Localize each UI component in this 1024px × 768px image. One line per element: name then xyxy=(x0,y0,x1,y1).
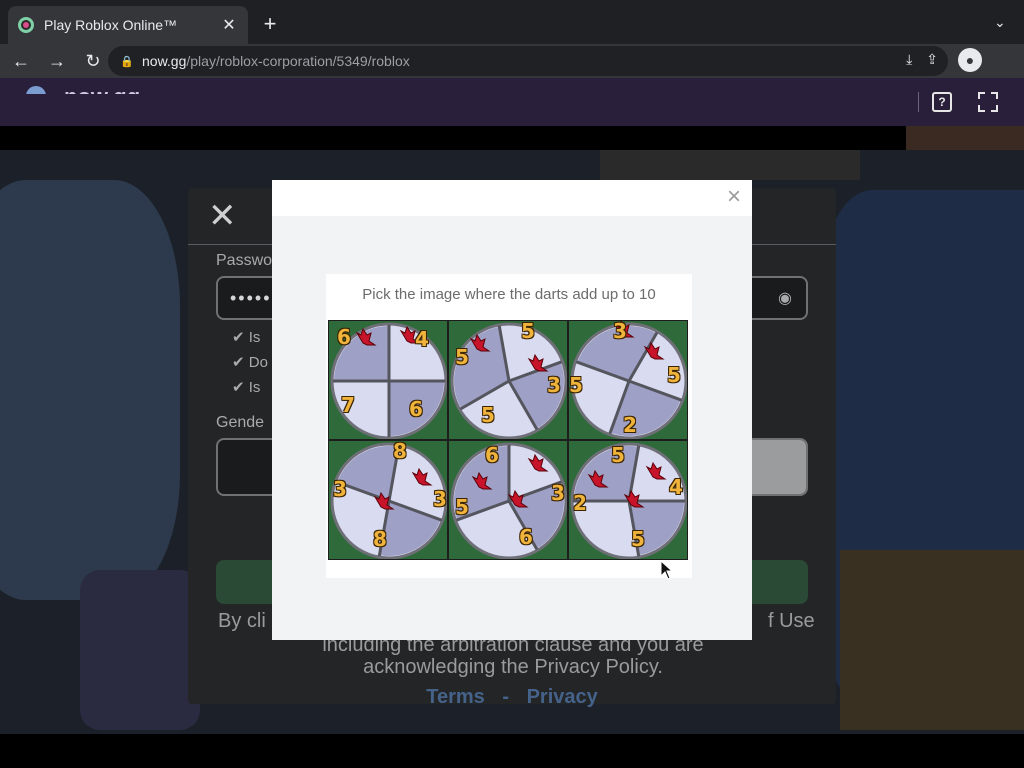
captcha-tile-1[interactable]: 6 4 7 6 xyxy=(328,320,448,440)
dart-score-label: 3 xyxy=(333,477,347,501)
signup-close-icon[interactable]: ✕ xyxy=(208,199,238,233)
password-value: ••••• xyxy=(230,288,272,308)
terms-text-right: f Use xyxy=(768,610,815,632)
reload-button[interactable]: ↻ xyxy=(78,46,108,76)
captcha-tile-6[interactable]: 5425 xyxy=(568,440,688,560)
captcha-challenge: Pick the image where the darts add up to… xyxy=(326,274,692,578)
password-rule-3: ✔ Is xyxy=(232,379,261,396)
dart-score-label: 5 xyxy=(481,403,495,427)
address-bar[interactable]: 🔒 now.gg/play/roblox-corporation/5349/ro… xyxy=(108,46,948,76)
nowgg-logo[interactable]: now.gg xyxy=(22,78,152,94)
browser-tab-bar: Play Roblox Online™ ✕ + ⌄ xyxy=(0,0,1024,44)
dart-score-label: 4 xyxy=(415,327,429,351)
gender-label: Gende xyxy=(216,414,265,431)
terms-link[interactable]: Terms xyxy=(426,686,485,708)
fullscreen-icon[interactable] xyxy=(978,92,998,112)
dart-score-label: 2 xyxy=(623,413,637,437)
dart-score-label: 5 xyxy=(569,373,583,397)
dart-score-label: 5 xyxy=(521,320,535,343)
password-rule-2-text: Do xyxy=(248,354,268,371)
browser-tab[interactable]: Play Roblox Online™ ✕ xyxy=(8,6,248,44)
dart-score-label: 3 xyxy=(547,373,561,397)
back-button[interactable]: ← xyxy=(6,46,36,76)
game-bottom-bar xyxy=(0,734,1024,768)
dart-score-label: 8 xyxy=(393,440,407,463)
game-top-accent xyxy=(906,126,1024,150)
tab-close-icon[interactable]: ✕ xyxy=(220,16,238,34)
omnibox-actions: ⤓ ⇪ xyxy=(906,51,938,68)
dart-score-label: 4 xyxy=(669,475,683,499)
dart-score-label: 6 xyxy=(485,443,499,467)
dart-score-label: 6 xyxy=(337,325,351,349)
logo-text: now.gg xyxy=(64,84,140,94)
dart-score-label: 5 xyxy=(455,345,469,369)
url-path: /play/roblox-corporation/5349/roblox xyxy=(186,53,410,69)
dart-score-label: 5 xyxy=(611,443,625,467)
share-icon[interactable]: ⇪ xyxy=(926,51,938,68)
password-rule-2: ✔ Do xyxy=(232,354,268,371)
tab-title: Play Roblox Online™ xyxy=(44,17,178,33)
dart-score-label: 3 xyxy=(433,487,447,511)
lock-icon: 🔒 xyxy=(120,56,134,68)
captcha-tile-4[interactable]: 8 3 3 8 xyxy=(328,440,448,560)
password-rule-1: ✔ Is xyxy=(232,329,261,346)
header-divider xyxy=(918,92,919,112)
site-header: now.gg ? xyxy=(0,78,1024,126)
dart-score-label: 7 xyxy=(341,393,355,417)
captcha-tile-2[interactable]: 5 5 3 5 xyxy=(448,320,568,440)
terms-links: Terms - Privacy xyxy=(188,686,836,709)
nowgg-favicon-icon xyxy=(18,17,34,33)
password-rule-3-text: Is xyxy=(248,379,261,396)
tab-search-icon[interactable]: ⌄ xyxy=(994,14,1010,30)
dart-score-label: 3 xyxy=(551,481,565,505)
terms-text-line3: acknowledging the Privacy Policy. xyxy=(363,656,663,678)
new-tab-button[interactable]: + xyxy=(258,11,282,36)
logo-circle-icon xyxy=(26,86,46,94)
dart-score-label: 5 xyxy=(455,495,469,519)
profile-avatar-icon[interactable]: ● xyxy=(958,48,982,72)
dart-score-label: 6 xyxy=(409,397,423,421)
gender-option-female[interactable] xyxy=(746,440,806,494)
install-app-icon[interactable]: ⤓ xyxy=(906,51,912,68)
browser-toolbar: ← → ↻ 🔒 now.gg/play/roblox-corporation/5… xyxy=(0,44,1024,78)
dart-score-label: 8 xyxy=(373,527,387,551)
captcha-modal: × Pick the image where the darts add up … xyxy=(272,180,752,640)
captcha-modal-header xyxy=(272,180,752,216)
captcha-tile-5[interactable]: 6356 xyxy=(448,440,568,560)
terms-link-separator: - xyxy=(502,686,510,708)
privacy-link[interactable]: Privacy xyxy=(527,686,598,708)
dart-score-label: 5 xyxy=(667,363,681,387)
dart-score-label: 3 xyxy=(613,320,627,343)
password-label: Passwo xyxy=(216,252,273,269)
forward-button[interactable]: → xyxy=(42,46,72,76)
terms-text-left: By cli xyxy=(218,610,266,632)
help-icon[interactable]: ? xyxy=(932,92,952,112)
captcha-tile-3[interactable]: 3 5 5 2 xyxy=(568,320,688,440)
show-password-eye-icon[interactable]: ◉ xyxy=(778,288,794,308)
captcha-close-icon[interactable]: × xyxy=(722,185,746,210)
dart-score-label: 5 xyxy=(631,527,645,551)
captcha-prompt: Pick the image where the darts add up to… xyxy=(362,286,656,303)
dart-score-label: 6 xyxy=(519,525,533,549)
captcha-grid: 647655353552833863565425 xyxy=(328,320,688,560)
url-host: now.gg xyxy=(142,53,187,69)
password-rule-1-text: Is xyxy=(248,329,261,346)
dart-score-label: 2 xyxy=(573,491,587,515)
game-top-bar xyxy=(0,126,1024,150)
